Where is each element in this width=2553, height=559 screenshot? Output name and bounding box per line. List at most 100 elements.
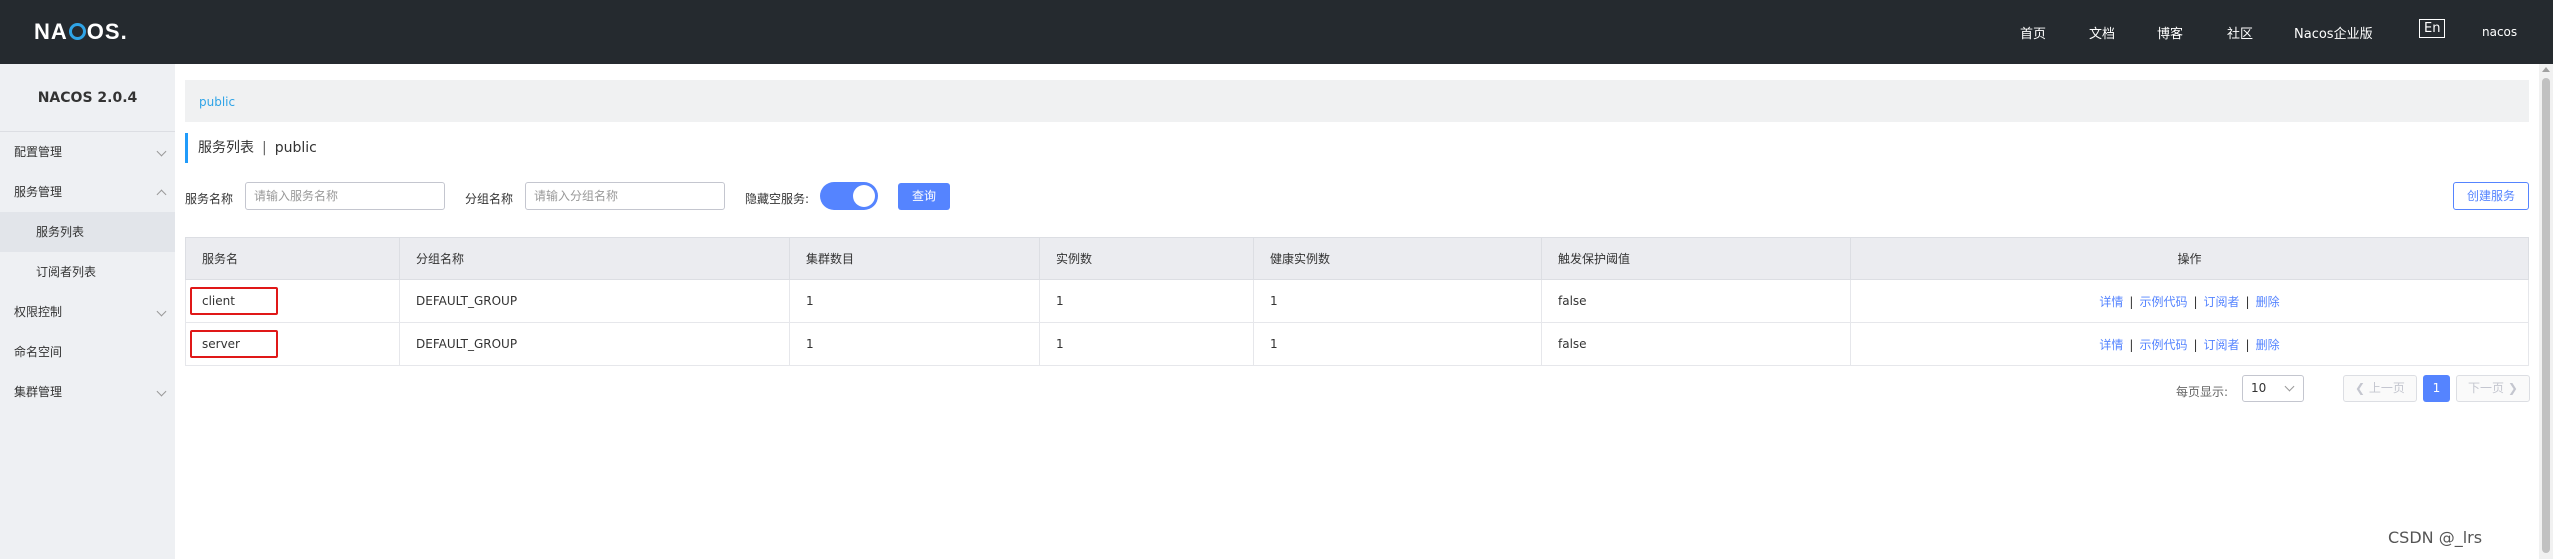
op-separator: | — [2245, 337, 2250, 352]
page-title-text: 服务列表 — [198, 140, 254, 156]
cell-operations: 详情 | 示例代码 | 订阅者 | 删除 — [1850, 322, 2529, 366]
col-instance-count: 实例数 — [1039, 237, 1254, 280]
sidebar-item-label: 集群管理 — [14, 385, 63, 399]
create-service-button[interactable]: 创建服务 — [2453, 182, 2529, 210]
current-page-button[interactable]: 1 — [2423, 375, 2450, 402]
group-name-label: 分组名称 — [465, 192, 514, 206]
cell-instances: 1 — [1039, 279, 1254, 323]
sidebar-item-service-mgmt[interactable]: 服务管理 — [0, 172, 175, 212]
chevron-right-icon: ❯ — [2504, 381, 2518, 395]
op-separator: | — [2193, 294, 2198, 309]
op-separator: | — [2193, 337, 2198, 352]
toggle-knob — [853, 185, 875, 207]
scroll-thumb[interactable] — [2542, 78, 2550, 553]
subscribers-link[interactable]: 订阅者 — [2204, 295, 2240, 309]
nav-enterprise[interactable]: Nacos企业版 — [2294, 23, 2373, 42]
sidebar-item-label: 配置管理 — [14, 145, 63, 159]
next-page-button[interactable]: 下一页 ❯ — [2456, 375, 2530, 402]
cell-operations: 详情 | 示例代码 | 订阅者 | 删除 — [1850, 279, 2529, 323]
next-page-label: 下一页 — [2468, 381, 2505, 395]
top-header: NA OS. 首页 文档 博客 社区 Nacos企业版 En nacos — [0, 0, 2553, 64]
sidebar-item-auth[interactable]: 权限控制 — [0, 292, 175, 332]
sample-code-link[interactable]: 示例代码 — [2139, 295, 2187, 309]
col-cluster-count: 集群数目 — [789, 237, 1040, 280]
page-namespace: public — [274, 140, 317, 156]
prev-page-button[interactable]: ❮ 上一页 — [2343, 375, 2417, 402]
delete-link[interactable]: 删除 — [2256, 338, 2280, 352]
col-threshold: 触发保护阈值 — [1541, 237, 1851, 280]
chevron-down-icon — [156, 146, 167, 157]
table-header-row: 服务名 分组名称 集群数目 实例数 健康实例数 触发保护阈值 操作 — [185, 237, 2529, 280]
breadcrumb-namespace[interactable]: public — [199, 95, 235, 109]
cell-healthy: 1 — [1253, 322, 1542, 366]
page-scrollbar[interactable] — [2539, 64, 2553, 559]
chevron-down-icon — [156, 386, 167, 397]
service-table: 服务名 分组名称 集群数目 实例数 健康实例数 触发保护阈值 操作 client… — [185, 237, 2529, 366]
nav-community[interactable]: 社区 — [2227, 23, 2253, 42]
table-row: server DEFAULT_GROUP 1 1 1 false 详情 | 示例代码… — [185, 322, 2529, 366]
version-label: NACOS 2.0.4 — [0, 64, 175, 132]
cell-group: DEFAULT_GROUP — [399, 322, 790, 366]
table-row: client DEFAULT_GROUP 1 1 1 false 详情 | 示例代码… — [185, 279, 2529, 323]
col-operations: 操作 — [1850, 237, 2529, 280]
title-separator: | — [262, 140, 267, 156]
sidebar-item-label: 服务列表 — [36, 225, 85, 239]
scroll-up-icon[interactable] — [2542, 67, 2550, 72]
user-name[interactable]: nacos — [2482, 25, 2517, 39]
cell-clusters: 1 — [789, 322, 1040, 366]
page-title: 服务列表 | public — [185, 133, 317, 163]
col-service-name: 服务名 — [185, 237, 400, 280]
hide-empty-toggle[interactable] — [820, 182, 878, 210]
logo-ring-icon — [68, 23, 86, 40]
breadcrumb: public — [185, 80, 2529, 122]
nav-blog[interactable]: 博客 — [2157, 23, 2183, 42]
chevron-left-icon: ❮ — [2355, 381, 2369, 395]
chevron-up-icon — [156, 189, 167, 200]
service-name-label: 服务名称 — [185, 192, 234, 206]
highlighted-service-name: server — [190, 330, 278, 358]
detail-link[interactable]: 详情 — [2099, 295, 2123, 309]
sidebar-item-config[interactable]: 配置管理 — [0, 132, 175, 172]
op-separator: | — [2129, 337, 2134, 352]
detail-link[interactable]: 详情 — [2099, 338, 2123, 352]
prev-page-label: 上一页 — [2368, 381, 2405, 395]
page-size-label: 每页显示: — [2176, 385, 2229, 399]
service-name-input[interactable]: 请输入服务名称 — [245, 182, 445, 210]
cell-threshold: false — [1541, 279, 1851, 323]
watermark: CSDN @_lrs — [2388, 528, 2483, 547]
subscribers-link[interactable]: 订阅者 — [2204, 338, 2240, 352]
sidebar-item-subscribers[interactable]: 订阅者列表 — [0, 252, 175, 292]
col-healthy-count: 健康实例数 — [1253, 237, 1542, 280]
nav-docs[interactable]: 文档 — [2089, 23, 2115, 42]
sidebar-item-label: 权限控制 — [14, 305, 63, 319]
language-switch-button[interactable]: En — [2419, 19, 2446, 38]
chevron-down-icon — [2284, 381, 2295, 392]
cell-clusters: 1 — [789, 279, 1040, 323]
query-button[interactable]: 查询 — [898, 183, 950, 210]
page-size-value: 10 — [2251, 381, 2267, 395]
op-separator: | — [2129, 294, 2134, 309]
highlighted-service-name: client — [190, 287, 278, 315]
col-group-name: 分组名称 — [399, 237, 790, 280]
sidebar-item-service-list[interactable]: 服务列表 — [0, 212, 175, 252]
sidebar: NACOS 2.0.4 配置管理 服务管理 服务列表 订阅者列表 权限控制 命名… — [0, 64, 175, 559]
sample-code-link[interactable]: 示例代码 — [2139, 338, 2187, 352]
op-separator: | — [2245, 294, 2250, 309]
delete-link[interactable]: 删除 — [2256, 295, 2280, 309]
nacos-logo[interactable]: NA OS. — [34, 19, 128, 45]
sidebar-item-cluster[interactable]: 集群管理 — [0, 372, 175, 412]
page-size-select[interactable]: 10 — [2242, 375, 2304, 402]
sidebar-item-label: 订阅者列表 — [36, 265, 97, 279]
cell-healthy: 1 — [1253, 279, 1542, 323]
group-name-input[interactable]: 请输入分组名称 — [525, 182, 725, 210]
cell-instances: 1 — [1039, 322, 1254, 366]
cell-threshold: false — [1541, 322, 1851, 366]
cell-service-name: client — [185, 279, 400, 323]
sidebar-item-label: 命名空间 — [14, 345, 63, 359]
sidebar-item-namespace[interactable]: 命名空间 — [0, 332, 175, 372]
chevron-down-icon — [156, 306, 167, 317]
cell-service-name: server — [185, 322, 400, 366]
sidebar-item-label: 服务管理 — [14, 185, 63, 199]
hide-empty-label: 隐藏空服务: — [745, 192, 810, 206]
nav-home[interactable]: 首页 — [2020, 23, 2046, 42]
